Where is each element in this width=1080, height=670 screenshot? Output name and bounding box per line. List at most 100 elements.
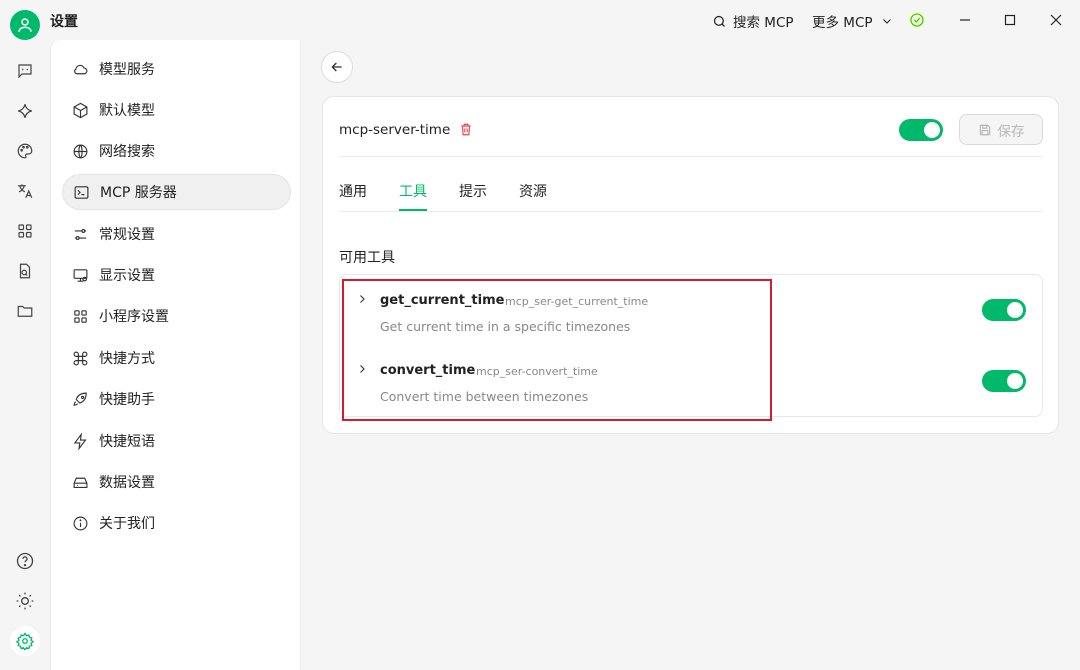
command-icon (73, 351, 88, 365)
sidebar-item-label: 快捷方式 (99, 351, 155, 367)
nav-rail (0, 40, 50, 670)
trash-icon (461, 123, 471, 136)
folder-icon (17, 305, 33, 317)
tabs-divider (339, 211, 1043, 212)
rocket-icon (73, 392, 87, 406)
rail-theme-button[interactable] (12, 588, 38, 614)
rail-knowledge-button[interactable] (12, 258, 38, 284)
search-icon (713, 15, 725, 27)
tool-name: convert_time (380, 363, 476, 378)
more-mcp-label: 更多 MCP (812, 15, 873, 31)
tool-item[interactable]: get_current_time mcp_ser-get_current_tim… (340, 279, 1044, 339)
sidebar-item-web-search[interactable]: 网络搜索 (62, 133, 291, 169)
gear-icon (16, 632, 34, 650)
back-button[interactable] (321, 51, 353, 83)
check-circle-icon (910, 13, 924, 27)
tab-general[interactable]: 通用 (339, 181, 367, 201)
server-name: mcp-server-time (339, 122, 451, 138)
tools-list: get_current_time mcp_ser-get_current_tim… (339, 274, 1043, 417)
rail-settings-button[interactable] (10, 626, 40, 656)
sun-icon (16, 592, 34, 610)
rail-translate-button[interactable] (12, 178, 38, 204)
maximize-icon (1004, 14, 1016, 26)
sparkle-icon (18, 104, 32, 118)
status-ok-indicator[interactable] (908, 11, 926, 29)
sliders-icon (74, 228, 87, 240)
monitor-icon (73, 268, 88, 282)
sidebar-item-mcp-servers[interactable]: MCP 服务器 (62, 174, 291, 210)
server-enabled-toggle[interactable] (899, 119, 943, 141)
minimize-icon (960, 19, 970, 21)
server-card: mcp-server-time 保存 通用 工具 提示 资源 可用工具 get_… (322, 96, 1059, 434)
help-icon (16, 552, 34, 570)
chevron-right-icon[interactable] (356, 293, 368, 305)
arrow-left-icon (331, 62, 342, 72)
sidebar-item-mini-apps[interactable]: 小程序设置 (62, 298, 291, 334)
page-title: 设置 (50, 14, 78, 30)
sidebar-item-shortcuts[interactable]: 快捷方式 (62, 340, 291, 376)
search-mcp-label: 搜索 MCP (733, 15, 794, 31)
more-mcp-dropdown[interactable]: 更多 MCP (812, 11, 893, 31)
rail-chat-button[interactable] (12, 58, 38, 84)
rail-files-button[interactable] (12, 298, 38, 324)
info-icon (73, 516, 88, 530)
rail-agents-button[interactable] (12, 98, 38, 124)
maximize-button[interactable] (1000, 10, 1020, 30)
rail-help-button[interactable] (12, 548, 38, 574)
tool-description: Get current time in a specific timezones (380, 319, 631, 334)
close-icon (1050, 14, 1062, 26)
tool-enabled-toggle[interactable] (982, 370, 1026, 392)
terminal-icon (74, 185, 89, 199)
tab-prompts[interactable]: 提示 (459, 181, 487, 201)
hard-drive-icon (73, 477, 88, 488)
chat-icon (18, 64, 32, 79)
avatar[interactable] (10, 10, 40, 40)
minimize-button[interactable] (955, 10, 975, 30)
sidebar-item-label: 快捷短语 (99, 434, 155, 450)
save-label: 保存 (997, 123, 1025, 140)
sidebar-item-about[interactable]: 关于我们 (62, 505, 291, 541)
sidebar-item-label: 常规设置 (99, 227, 155, 243)
save-button[interactable]: 保存 (959, 114, 1043, 145)
zap-icon (73, 432, 87, 450)
title-bar: 设置 搜索 MCP 更多 MCP (0, 0, 1080, 40)
sidebar-item-label: 关于我们 (99, 516, 155, 532)
sidebar-item-label: 数据设置 (99, 475, 155, 491)
sidebar-item-general[interactable]: 常规设置 (62, 216, 291, 252)
tool-description: Convert time between timezones (380, 389, 589, 404)
delete-server-button[interactable] (459, 122, 473, 141)
rail-paint-button[interactable] (12, 138, 38, 164)
search-mcp-button[interactable]: 搜索 MCP (712, 11, 794, 31)
tab-tools[interactable]: 工具 (399, 181, 427, 201)
sidebar-item-default-model[interactable]: 默认模型 (62, 92, 291, 128)
user-icon (18, 18, 32, 32)
translate-icon (18, 184, 33, 198)
tab-resources[interactable]: 资源 (519, 181, 547, 201)
close-button[interactable] (1046, 10, 1066, 30)
sidebar-item-label: 默认模型 (99, 103, 155, 119)
sidebar-item-label: 快捷助手 (99, 392, 155, 408)
tool-id: mcp_ser-convert_time (476, 365, 598, 378)
apps-icon (18, 224, 32, 238)
file-search-icon (19, 263, 31, 279)
sidebar-item-label: 显示设置 (99, 268, 155, 284)
save-icon (979, 124, 990, 135)
sidebar-item-label: 网络搜索 (99, 144, 155, 160)
sidebar-item-data[interactable]: 数据设置 (62, 464, 291, 500)
header-divider (339, 156, 1043, 157)
sidebar-item-quick-assistant[interactable]: 快捷助手 (62, 381, 291, 417)
chevron-right-icon[interactable] (356, 363, 368, 375)
grid-icon (74, 309, 87, 323)
globe-icon (73, 144, 88, 158)
sidebar-item-display[interactable]: 显示设置 (62, 257, 291, 293)
tool-enabled-toggle[interactable] (982, 299, 1026, 321)
rail-apps-button[interactable] (12, 218, 38, 244)
cube-icon (73, 102, 88, 118)
chevron-down-icon (882, 19, 891, 24)
tool-item[interactable]: convert_time mcp_ser-convert_time Conver… (340, 349, 1044, 409)
cloud-icon (74, 64, 88, 74)
tools-section-title: 可用工具 (339, 250, 395, 266)
sidebar-item-label: 模型服务 (99, 62, 155, 78)
sidebar-item-model-service[interactable]: 模型服务 (62, 51, 291, 87)
sidebar-item-quick-phrases[interactable]: 快捷短语 (62, 423, 291, 459)
